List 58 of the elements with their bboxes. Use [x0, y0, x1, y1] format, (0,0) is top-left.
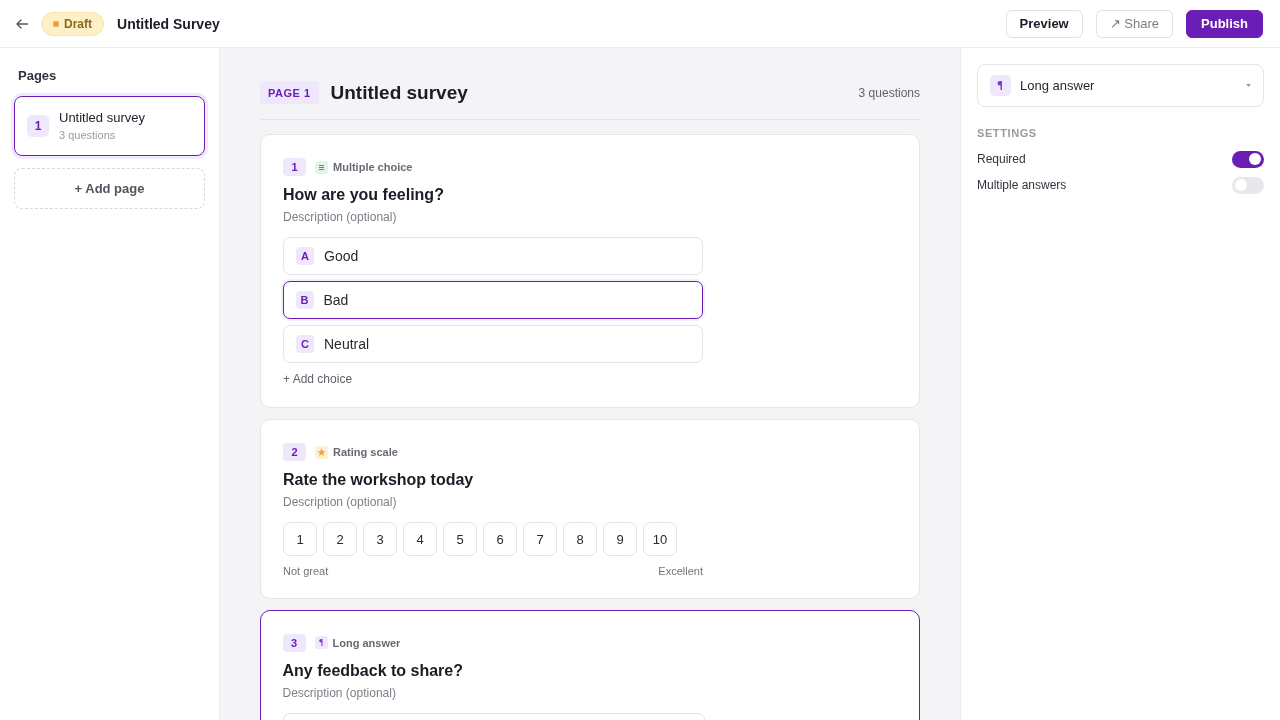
question-card[interactable]: 3 Long answer Any feedback to share? Description (optional)	[260, 610, 920, 720]
description-field[interactable]: Description (optional)	[283, 494, 583, 510]
choice-option[interactable]: C Neutral	[283, 325, 703, 363]
rating-option: 9	[603, 522, 637, 556]
low-end-label: Not great	[283, 564, 329, 578]
share-button[interactable]: ↗ Share	[1095, 9, 1174, 38]
rating-option: 1	[283, 522, 317, 556]
rating-option: 8	[563, 522, 597, 556]
description-field[interactable]: Description (optional)	[282, 684, 583, 701]
rating-option: 6	[483, 522, 517, 556]
paragraph-icon	[314, 636, 328, 649]
list-icon	[315, 160, 328, 174]
page-item[interactable]: 1 Untitled survey 3 questions	[14, 96, 205, 156]
back-arrow-icon[interactable]	[16, 18, 28, 29]
rating-option: 10	[643, 522, 677, 556]
preview-button[interactable]: Preview	[1005, 9, 1083, 38]
page-title: Untitled survey	[330, 81, 468, 104]
rating-option: 2	[323, 522, 357, 556]
toggle-switch[interactable]	[1232, 150, 1264, 168]
publish-button[interactable]: Publish	[1186, 9, 1263, 38]
question-card[interactable]: 1 Multiple choice How are you feeling? Description (optional) A Good B Bad C Neutral + Add choice	[260, 134, 920, 408]
question-title: Any feedback to share?	[282, 660, 464, 681]
question-type-select[interactable]: Long answer	[977, 64, 1264, 107]
question-title: Rate the workshop today	[283, 470, 475, 490]
question-card[interactable]: 2 Rating scale Rate the workshop today Description (optional) 1 2 3 4 5 6 7 8 9 10 Not great Excellent	[260, 419, 920, 599]
status-dot-icon	[53, 20, 59, 27]
high-end-label: Excellent	[658, 564, 703, 578]
rating-option: 7	[523, 522, 557, 556]
question-type-label: Multiple choice	[333, 161, 413, 173]
page-number: 1	[27, 115, 49, 137]
choice-option[interactable]: B Bad	[283, 281, 703, 319]
question-number: 2	[283, 443, 306, 461]
caret-icon	[1246, 84, 1251, 87]
star-icon	[315, 445, 328, 459]
setting-label: Required	[977, 152, 1026, 166]
status-label: Draft	[64, 16, 92, 31]
paragraph-icon	[990, 75, 1011, 96]
question-number: 1	[283, 158, 306, 176]
choice-letter: B	[295, 291, 314, 309]
question-type-label: Long answer	[332, 636, 401, 649]
question-count: 3 questions	[858, 85, 920, 100]
page-badge: PAGE 1	[260, 81, 319, 104]
settings-heading: SETTINGS	[977, 126, 1038, 140]
choice-letter: C	[296, 335, 314, 353]
pages-heading: Pages	[18, 68, 58, 83]
choice-letter: A	[296, 247, 314, 265]
question-number: 3	[282, 633, 306, 652]
rating-option: 3	[363, 522, 397, 556]
add-page-button[interactable]: + Add page	[14, 168, 205, 209]
rating-option: 5	[443, 522, 477, 556]
description-field[interactable]: Description (optional)	[283, 209, 583, 225]
question-type-label: Rating scale	[333, 446, 398, 458]
rating-option: 4	[403, 522, 437, 556]
choice-option[interactable]: A Good	[283, 237, 703, 275]
question-title: How are you feeling?	[283, 185, 445, 205]
add-choice-button[interactable]: + Add choice	[283, 371, 353, 387]
survey-title: Untitled Survey	[117, 15, 220, 32]
setting-label: Multiple answers	[977, 178, 1067, 192]
